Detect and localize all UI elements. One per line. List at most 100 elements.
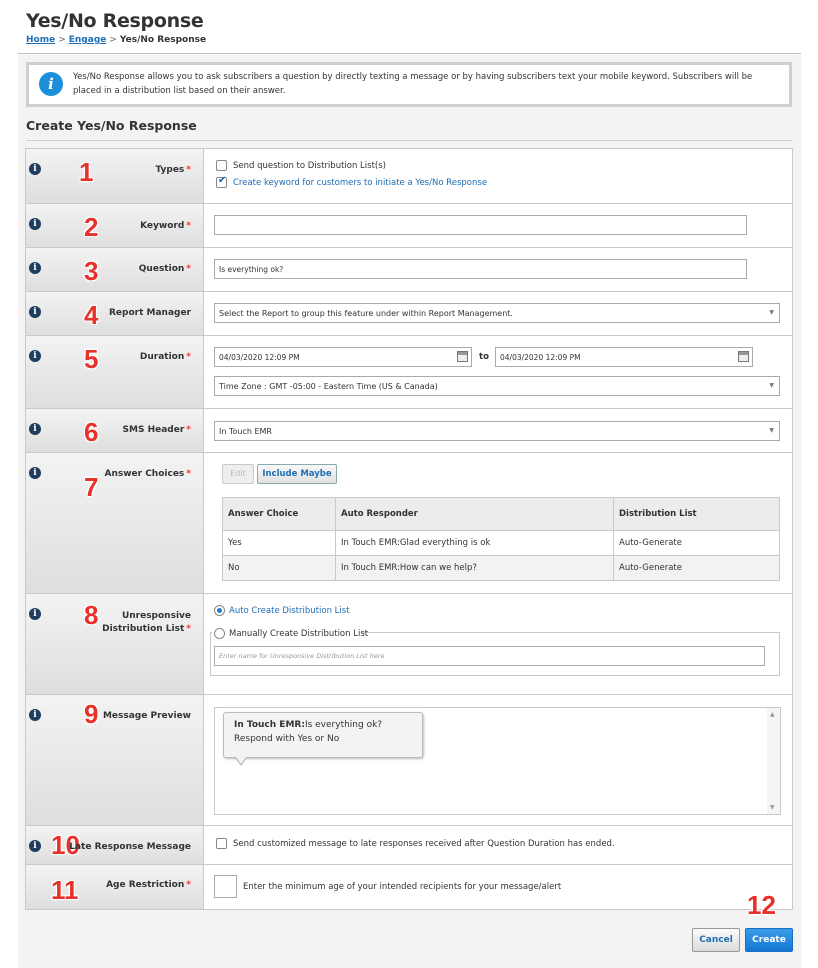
info-icon[interactable]: i	[29, 262, 41, 274]
breadcrumb-engage-link[interactable]: Engage	[69, 35, 107, 45]
step-number: 11	[51, 875, 79, 905]
auto-create-radio[interactable]	[214, 605, 225, 616]
answer-cell: Yes	[222, 530, 336, 556]
info-icon[interactable]: i	[29, 218, 41, 230]
timezone-select[interactable]: Time Zone : GMT -05:00 - Eastern Time (U…	[214, 376, 780, 396]
answer-choices-table: Answer Choice Auto Responder Distributio…	[222, 497, 780, 581]
row-answer-choices: i 7 Answer Choices * Edit Include Maybe A…	[26, 453, 792, 594]
end-date-input[interactable]: 04/03/2020 12:09 PM	[495, 347, 753, 367]
sms-header-select[interactable]: In Touch EMR ▼	[214, 421, 780, 441]
row-unresponsive-list: i 8 Unresponsive Distribution List * Auto…	[26, 594, 792, 695]
label-cell: i 9 Message Preview	[26, 695, 204, 825]
select-value: In Touch EMR	[219, 427, 272, 436]
auto-responder-cell: In Touch EMR:Glad everything is ok	[335, 530, 614, 556]
label-cell: i 7 Answer Choices *	[26, 453, 204, 593]
info-icon: i	[39, 72, 63, 96]
step-number: 1	[79, 157, 94, 187]
info-icon[interactable]: i	[29, 608, 41, 620]
info-icon[interactable]: i	[29, 423, 41, 435]
question-field: Is everything ok?	[204, 248, 792, 291]
info-icon[interactable]: i	[29, 709, 41, 721]
create-keyword-checkbox[interactable]	[216, 175, 227, 188]
manual-create-radio[interactable]	[214, 628, 225, 639]
sms-header-label: SMS Header *	[123, 425, 191, 435]
create-keyword-label: Create keyword for customers to initiate…	[233, 178, 488, 188]
chevron-down-icon: ▼	[769, 382, 774, 389]
calendar-icon[interactable]	[738, 351, 749, 362]
required-mark: *	[186, 165, 191, 175]
info-icon[interactable]: i	[29, 467, 41, 479]
step-number: 5	[84, 344, 99, 374]
step-number: 2	[84, 212, 99, 242]
breadcrumb-home-link[interactable]: Home	[26, 35, 55, 45]
report-manager-select[interactable]: Select the Report to group this feature …	[214, 303, 780, 323]
start-date-input[interactable]: 04/03/2020 12:09 PM	[214, 347, 472, 367]
manual-create-label: Manually Create Distribution List	[229, 629, 369, 639]
breadcrumb-separator: >	[58, 35, 66, 45]
row-age-restriction: 11 Age Restriction * Enter the minimum ag…	[26, 865, 792, 909]
step-number: 3	[84, 256, 99, 286]
bubble-tail	[236, 757, 246, 764]
step-number: 7	[84, 472, 99, 502]
info-icon[interactable]: i	[29, 306, 41, 318]
question-label: Question *	[139, 264, 191, 274]
label-text: SMS Header	[122, 425, 185, 435]
row-duration: i 5 Duration * 04/03/2020 12:09 PM to 04/…	[26, 336, 792, 409]
edit-button[interactable]: Edit	[222, 464, 254, 484]
label-text: Answer Choices	[104, 469, 185, 479]
create-form: i 1 Types * Send question to Distribution…	[25, 148, 793, 910]
age-restriction-text: Enter the minimum age of your intended r…	[243, 882, 562, 892]
scrollbar[interactable]: ▲ ▼	[767, 708, 780, 814]
end-date-value: 04/03/2020 12:09 PM	[500, 353, 581, 362]
send-to-list-checkbox[interactable]	[216, 160, 227, 171]
to-label: to	[479, 352, 489, 362]
answer-choices-label: Answer Choices *	[104, 469, 191, 479]
page-header: Yes/No Response Home > Engage > Yes/No Respo…	[18, 0, 801, 54]
age-restriction-field: Enter the minimum age of your intended r…	[204, 865, 792, 909]
types-field: Send question to Distribution List(s) Cr…	[204, 149, 792, 203]
report-manager-label: Report Manager	[108, 308, 191, 318]
chevron-down-icon: ▼	[769, 427, 774, 434]
scroll-down-icon[interactable]: ▼	[770, 804, 775, 811]
step-number: 4	[84, 300, 99, 330]
label-cell: i 2 Keyword *	[26, 204, 204, 247]
info-banner-text: Yes/No Response allows you to ask subscr…	[73, 72, 753, 96]
unresponsive-list-name-input[interactable]: Enter name for Unresponsive Distribution…	[214, 646, 765, 666]
row-sms-header: i 6 SMS Header * In Touch EMR ▼	[26, 409, 792, 453]
select-value: Time Zone : GMT -05:00 - Eastern Time (U…	[219, 382, 438, 391]
label-text: Distribution List	[102, 624, 185, 634]
late-response-checkbox[interactable]	[216, 838, 227, 849]
row-report-manager: i 4 Report Manager Select the Report to …	[26, 292, 792, 336]
start-date-value: 04/03/2020 12:09 PM	[219, 353, 300, 362]
cancel-button[interactable]: Cancel	[692, 928, 740, 952]
required-mark: *	[186, 624, 191, 634]
info-icon[interactable]: i	[29, 350, 41, 362]
row-late-response: i 10 Late Response Message Send customiz…	[26, 826, 792, 865]
auto-responder-cell: In Touch EMR:How can we help?	[335, 555, 614, 581]
age-restriction-label: Age Restriction *	[106, 880, 191, 890]
types-label: Types *	[155, 165, 191, 175]
label-cell: i 10 Late Response Message	[26, 826, 204, 864]
calendar-icon[interactable]	[457, 351, 468, 362]
question-input[interactable]: Is everything ok?	[214, 259, 747, 279]
scroll-up-icon[interactable]: ▲	[770, 711, 775, 718]
info-icon[interactable]: i	[29, 163, 41, 175]
column-header: Answer Choice	[222, 497, 336, 531]
report-manager-field: Select the Report to group this feature …	[204, 292, 792, 335]
label-cell: i 1 Types *	[26, 149, 204, 203]
message-preview-box[interactable]: In Touch EMR:Is everything ok? Respond w…	[214, 707, 781, 815]
row-types: i 1 Types * Send question to Distribution…	[26, 149, 792, 204]
answer-choices-field: Edit Include Maybe Answer Choice Auto Re…	[204, 453, 792, 593]
info-icon[interactable]: i	[29, 840, 41, 852]
create-button[interactable]: Create	[745, 928, 793, 952]
breadcrumb-current: Yes/No Response	[119, 35, 207, 45]
include-maybe-button[interactable]: Include Maybe	[257, 464, 337, 484]
duration-field: 04/03/2020 12:09 PM to 04/03/2020 12:09 …	[204, 336, 792, 408]
late-response-field: Send customized message to late response…	[204, 826, 792, 864]
label-cell: i 5 Duration *	[26, 336, 204, 408]
label-text: Duration	[139, 352, 185, 362]
keyword-input[interactable]	[214, 215, 747, 235]
age-input[interactable]	[214, 875, 237, 898]
late-response-label: Late Response Message	[69, 842, 191, 852]
required-mark: *	[186, 469, 191, 479]
